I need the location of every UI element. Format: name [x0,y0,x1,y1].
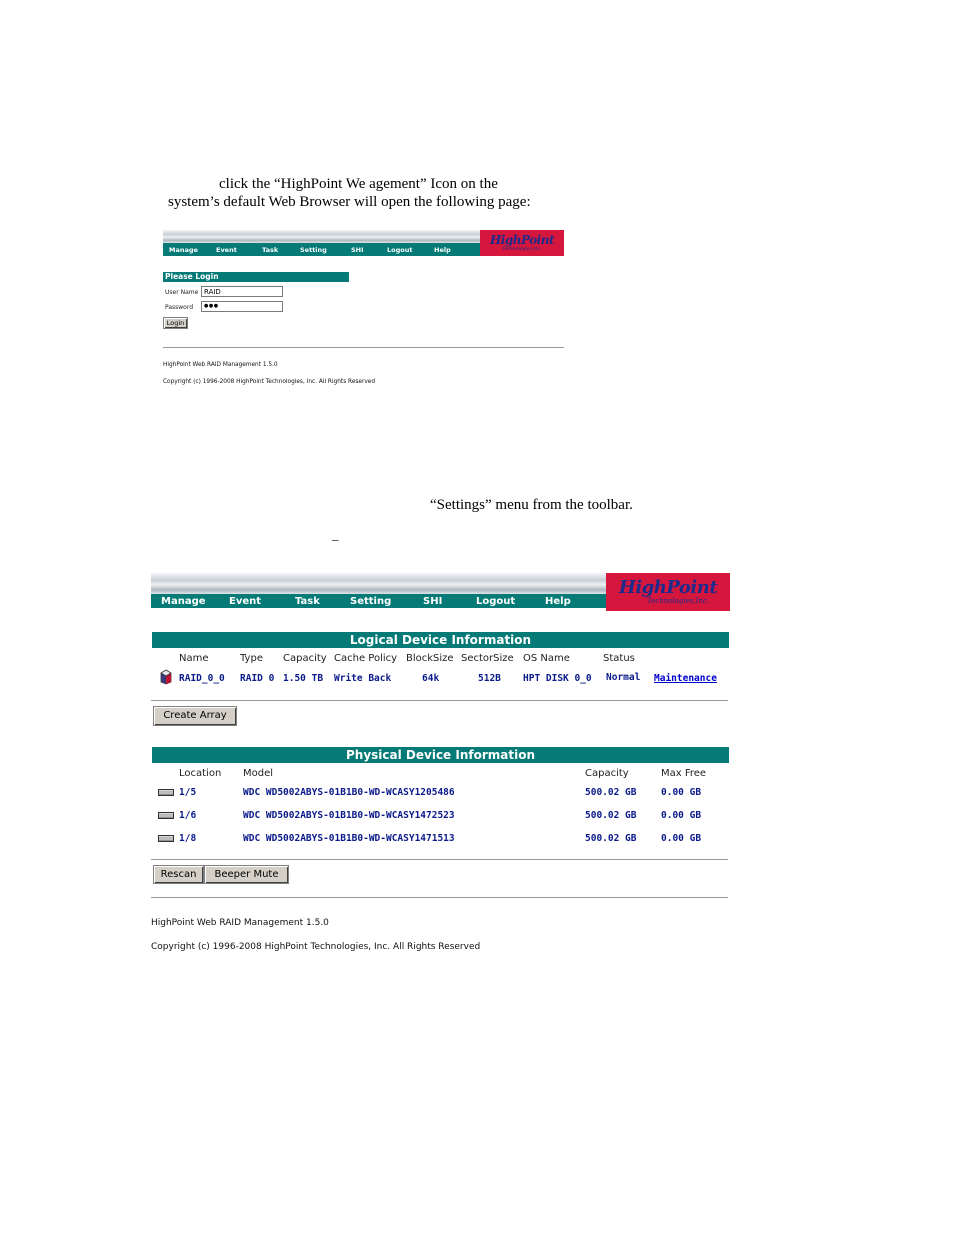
username-field[interactable] [201,286,283,297]
nav-shi[interactable]: SHI [351,246,364,254]
nav-task[interactable]: Task [295,596,320,607]
logo-subtitle: Technologies,Inc. [647,597,709,605]
toolbar-nav: Manage Event Task Setting SHI Logout Hel… [163,243,480,256]
create-array-button[interactable]: Create Array [153,706,237,726]
login-footer-version: HighPoint Web RAID Management 1.5.0 [163,362,278,368]
disk-location: 1/5 [179,787,197,798]
col-status: Status [603,653,635,664]
hard-disk-icon[interactable] [158,789,174,796]
array-capacity: 1.50 TB [283,673,324,684]
disk-location: 1/6 [179,810,197,821]
col-max-free: Max Free [661,768,707,779]
instruction-text-line-1: click the “HighPoint We agement” Icon on… [219,176,498,192]
nav-help[interactable]: Help [545,596,571,607]
hard-disk-icon[interactable] [158,835,174,842]
toolbar-nav: Manage Event Task Setting SHI Logout Hel… [151,594,606,608]
logical-divider [151,700,728,701]
nav-task[interactable]: Task [262,246,278,254]
array-block-size: 64k [422,673,440,684]
raid-array-icon[interactable] [160,669,172,685]
nav-logout[interactable]: Logout [387,246,412,254]
col-type: Type [240,653,263,664]
logo-subtitle: Technologies,Inc. [502,246,542,252]
rescan-button[interactable]: Rescan [153,865,204,884]
disk-max-free: 0.00 GB [661,810,702,821]
login-divider [163,347,564,348]
disk-capacity: 500.02 GB [585,810,637,821]
nav-setting[interactable]: Setting [300,246,327,254]
toolbar-gradient [163,230,480,243]
logo-wordmark: HighPoint [618,577,718,598]
col-cache-policy: Cache Policy [334,653,398,664]
disk-max-free: 0.00 GB [661,787,702,798]
col-disk-capacity: Capacity [585,768,629,779]
array-status: Normal [606,672,641,683]
col-model: Model [243,768,274,779]
nav-setting[interactable]: Setting [350,596,391,607]
login-footer-copyright: Copyright (c) 1996-2008 HighPoint Techno… [163,379,376,385]
array-cache-policy: Write Back [334,673,392,684]
nav-manage[interactable]: Manage [169,246,198,254]
password-field[interactable]: ●●● [201,301,283,312]
array-sector-size: 512B [478,673,501,684]
disk-model: WDC WD5002ABYS-01B1B0-WD-WCASY1205486 [243,787,455,798]
col-block-size: BlockSize [406,653,454,664]
col-os-name: OS Name [523,653,570,664]
physical-device-heading: Physical Device Information [152,747,729,763]
disk-capacity: 500.02 GB [585,787,637,798]
nav-event[interactable]: Event [229,596,261,607]
instruction-text-line-2: system’s default Web Browser will open t… [168,194,531,210]
nav-event[interactable]: Event [216,246,237,254]
array-os-name: HPT DISK 0_0 [523,673,592,684]
nav-help[interactable]: Help [434,246,451,254]
disk-model: WDC WD5002ABYS-01B1B0-WD-WCASY1472523 [243,810,455,821]
toolbar-gradient [151,573,606,594]
beeper-mute-button[interactable]: Beeper Mute [204,865,289,884]
login-heading: Please Login [163,272,349,282]
logical-device-heading: Logical Device Information [152,632,729,648]
array-type: RAID 0 [240,673,275,684]
physical-divider [151,859,728,860]
login-button[interactable]: Login [163,317,188,329]
nav-manage[interactable]: Manage [161,596,206,607]
col-name: Name [179,653,209,664]
disk-model: WDC WD5002ABYS-01B1B0-WD-WCASY1471513 [243,833,455,844]
disk-capacity: 500.02 GB [585,833,637,844]
col-location: Location [179,768,222,779]
highpoint-logo: HighPoint Technologies,Inc. [606,573,730,611]
maintenance-link[interactable]: Maintenance [654,673,717,684]
disk-location: 1/8 [179,833,197,844]
nav-logout[interactable]: Logout [476,596,515,607]
col-sector-size: SectorSize [461,653,514,664]
footer-version: HighPoint Web RAID Management 1.5.0 [151,918,329,928]
hard-disk-icon[interactable] [158,812,174,819]
footer-divider [151,897,728,898]
instruction-text-line-3: “Settings” menu from the toolbar. [430,497,633,513]
highpoint-logo: HighPoint Technologies,Inc. [480,230,564,256]
footer-copyright: Copyright (c) 1996-2008 HighPoint Techno… [151,942,481,952]
col-capacity: Capacity [283,653,327,664]
username-label: User Name [165,289,199,296]
instruction-text-line-4: _ [332,527,339,542]
password-label: Password [165,304,194,311]
logo-wordmark: HighPoint [489,232,555,247]
nav-shi[interactable]: SHI [423,596,442,607]
array-name: RAID_0_0 [179,673,225,684]
disk-max-free: 0.00 GB [661,833,702,844]
